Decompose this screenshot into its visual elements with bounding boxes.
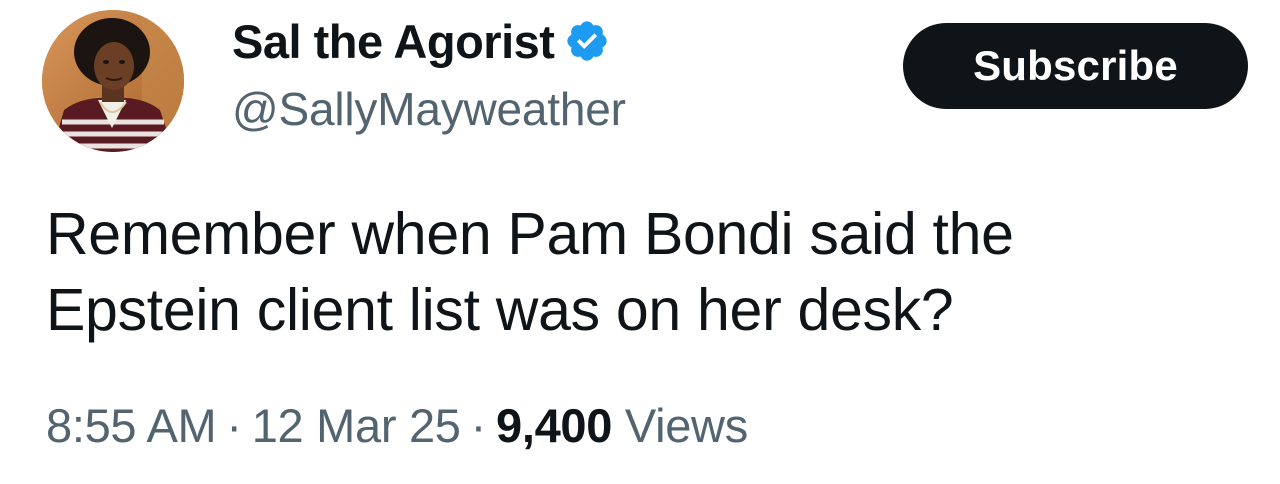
avatar[interactable] — [42, 10, 184, 152]
tweet-card: Sal the Agorist @SallyMayweather Subscri… — [0, 0, 1280, 484]
author-display-name[interactable]: Sal the Agorist — [232, 14, 555, 69]
tweet-text-line: Remember when Pam Bondi said the — [46, 201, 1014, 267]
tweet-text: Remember when Pam Bondi said the Epstein… — [46, 196, 1266, 348]
author-handle[interactable]: @SallyMayweather — [232, 82, 626, 136]
avatar-image — [42, 10, 184, 152]
tweet-date[interactable]: 12 Mar 25 — [252, 399, 461, 452]
meta-separator: · — [470, 399, 487, 452]
tweet-meta: 8:55 AM · 12 Mar 25 · 9,400 Views — [46, 398, 748, 453]
meta-separator: · — [226, 399, 242, 452]
views-label[interactable]: Views — [625, 399, 748, 452]
subscribe-button[interactable]: Subscribe — [903, 23, 1248, 109]
author-name-row: Sal the Agorist — [232, 12, 610, 70]
views-count[interactable]: 9,400 — [496, 399, 612, 452]
tweet-text-line: Epstein client list was on her desk? — [46, 277, 954, 343]
tweet-time[interactable]: 8:55 AM — [46, 399, 217, 452]
verified-badge-icon[interactable] — [564, 18, 610, 64]
